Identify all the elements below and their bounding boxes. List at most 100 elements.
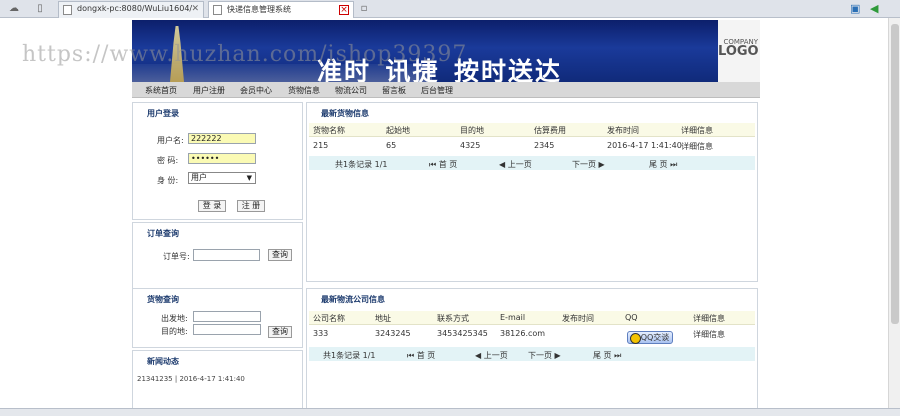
company-info-panel: 最新物流公司信息 公司名称 地址 联系方式 E-mail 发布时间 QQ 详细信… bbox=[306, 288, 758, 410]
goods-query-title: 货物查询 bbox=[147, 295, 179, 304]
time-cell: 2016-4-17 1:41:40 bbox=[607, 141, 682, 150]
browser-tab-1[interactable]: dongxk-pc:8080/WuLiu1604/ ✕ bbox=[58, 1, 204, 18]
page-icon[interactable]: ▯ bbox=[34, 3, 46, 15]
order-query-button[interactable]: 查询 bbox=[268, 249, 292, 261]
prev-page-link[interactable]: ◀ 上一页 bbox=[499, 159, 532, 170]
from-label: 出发地: bbox=[161, 314, 188, 323]
first-page-label: 首 页 bbox=[438, 160, 458, 169]
company-logo: COMPANY LOGO bbox=[718, 20, 760, 82]
company-info-title: 最新物流公司信息 bbox=[321, 295, 385, 304]
table-row: 215 65 4325 2345 2016-4-17 1:41:40 详细信息 bbox=[309, 139, 755, 152]
order-number-input[interactable] bbox=[193, 249, 260, 261]
col-email: E-mail bbox=[500, 313, 526, 322]
logo-text: LOGO bbox=[718, 44, 759, 59]
nav-register[interactable]: 用户注册 bbox=[193, 85, 225, 96]
chevron-down-icon: ▼ bbox=[246, 174, 252, 182]
pager-total: 共1条记录 1/1 bbox=[323, 351, 376, 360]
col-origin: 起始地 bbox=[386, 126, 410, 135]
role-value: 用户 bbox=[191, 173, 207, 182]
scrollbar-thumb[interactable] bbox=[891, 24, 899, 324]
role-label: 身 份: bbox=[157, 176, 179, 185]
col-contact: 联系方式 bbox=[437, 314, 469, 323]
company-table-header: 公司名称 地址 联系方式 E-mail 发布时间 QQ 详细信息 bbox=[309, 311, 755, 325]
nav-admin[interactable]: 后台管理 bbox=[421, 85, 453, 96]
login-button[interactable]: 登 录 bbox=[198, 200, 226, 212]
browser-tab-bar: ☁ ▯ dongxk-pc:8080/WuLiu1604/ ✕ 快递信息管理系统… bbox=[0, 0, 900, 18]
next-page-link[interactable]: 下一页 ▶ bbox=[528, 350, 561, 361]
document-icon bbox=[213, 5, 222, 15]
goods-info-title: 最新货物信息 bbox=[321, 109, 369, 118]
next-page-label: 下一页 bbox=[572, 160, 596, 169]
from-input[interactable] bbox=[193, 311, 261, 322]
goods-table-header: 货物名称 起始地 目的地 估算费用 发布时间 详细信息 bbox=[309, 123, 755, 137]
details-link[interactable]: 详细信息 bbox=[681, 141, 713, 152]
vertical-scrollbar[interactable] bbox=[888, 18, 900, 408]
goods-info-panel: 最新货物信息 货物名称 起始地 目的地 估算费用 发布时间 详细信息 215 6… bbox=[306, 102, 758, 282]
browser-tab-2[interactable]: 快递信息管理系统 × bbox=[208, 1, 354, 18]
nav-logistics-company[interactable]: 物流公司 bbox=[335, 85, 367, 96]
back-arrow-icon[interactable]: ◀ bbox=[870, 2, 878, 15]
destination-cell: 4325 bbox=[460, 141, 481, 150]
username-label: 用户名: bbox=[157, 136, 184, 145]
col-publish-time: 发布时间 bbox=[607, 126, 639, 135]
contact-cell: 3453425345 bbox=[437, 329, 488, 338]
password-input[interactable]: •••••• bbox=[188, 153, 256, 164]
nav-goods-info[interactable]: 货物信息 bbox=[288, 85, 320, 96]
username-input[interactable]: 222222 bbox=[188, 133, 256, 144]
first-page-label: 首 页 bbox=[416, 351, 436, 360]
col-details: 详细信息 bbox=[681, 126, 713, 135]
login-title: 用户登录 bbox=[147, 109, 179, 118]
company-name-cell: 333 bbox=[313, 329, 329, 338]
to-input[interactable] bbox=[193, 324, 261, 335]
col-company-name: 公司名称 bbox=[313, 314, 345, 323]
login-panel: 用户登录 用户名: 222222 密 码: •••••• 身 份: 用户 ▼ 登… bbox=[132, 102, 303, 220]
prev-page-label: 上一页 bbox=[507, 160, 532, 169]
col-qq: QQ bbox=[625, 313, 638, 322]
col-details: 详细信息 bbox=[693, 314, 725, 323]
first-page-link[interactable]: ⏮ 首 页 bbox=[407, 350, 435, 361]
col-publish-time: 发布时间 bbox=[562, 314, 594, 323]
col-goods-name: 货物名称 bbox=[313, 126, 345, 135]
close-icon[interactable]: ✕ bbox=[191, 4, 199, 14]
prev-page-label: 上一页 bbox=[483, 351, 508, 360]
close-icon[interactable]: × bbox=[339, 5, 349, 15]
news-item[interactable]: 21341235 | 2016-4-17 1:41:40 bbox=[137, 375, 245, 383]
tab-label: dongxk-pc:8080/WuLiu1604/ bbox=[77, 4, 193, 13]
first-page-link[interactable]: ⏮ 首 页 bbox=[429, 159, 457, 170]
news-panel: 新闻动态 21341235 | 2016-4-17 1:41:40 bbox=[132, 350, 303, 410]
last-page-label: 尾 页 bbox=[593, 351, 612, 360]
nav-home[interactable]: 系统首页 bbox=[145, 85, 177, 96]
watermark-text: https://www.huzhan.com/ishop39397 bbox=[22, 42, 468, 67]
password-label: 密 码: bbox=[157, 156, 179, 165]
company-pager: 共1条记录 1/1 ⏮ 首 页 ◀ 上一页 下一页 ▶ 尾 页 ⏭ bbox=[309, 347, 755, 361]
document-icon bbox=[63, 5, 72, 15]
last-page-link[interactable]: 尾 页 ⏭ bbox=[649, 159, 677, 170]
pager-total: 共1条记录 1/1 bbox=[335, 160, 388, 169]
compatibility-icon[interactable]: ▣ bbox=[850, 2, 860, 15]
qq-chat-button[interactable]: QQ交谈 bbox=[627, 331, 673, 344]
col-destination: 目的地 bbox=[460, 126, 484, 135]
register-button[interactable]: 注 册 bbox=[237, 200, 265, 212]
cloud-icon[interactable]: ☁ bbox=[8, 3, 20, 15]
next-page-label: 下一页 bbox=[528, 351, 552, 360]
main-nav: 系统首页 用户注册 会员中心 货物信息 物流公司 留言板 后台管理 bbox=[132, 82, 760, 98]
goods-name-cell: 215 bbox=[313, 141, 329, 150]
origin-cell: 65 bbox=[386, 141, 397, 150]
col-estimated-fee: 估算费用 bbox=[534, 126, 566, 135]
details-link[interactable]: 详细信息 bbox=[693, 329, 725, 340]
new-tab-button[interactable]: ▫ bbox=[358, 3, 370, 15]
last-page-label: 尾 页 bbox=[649, 160, 668, 169]
prev-page-link[interactable]: ◀ 上一页 bbox=[475, 350, 508, 361]
goods-query-button[interactable]: 查询 bbox=[268, 326, 292, 338]
tab-label: 快递信息管理系统 bbox=[227, 5, 291, 14]
fee-cell: 2345 bbox=[534, 141, 555, 150]
nav-message-board[interactable]: 留言板 bbox=[382, 85, 406, 96]
news-title: 新闻动态 bbox=[147, 357, 179, 366]
status-bar bbox=[0, 408, 900, 416]
goods-pager: 共1条记录 1/1 ⏮ 首 页 ◀ 上一页 下一页 ▶ 尾 页 ⏭ bbox=[309, 156, 755, 170]
next-page-link[interactable]: 下一页 ▶ bbox=[572, 159, 605, 170]
role-select[interactable]: 用户 ▼ bbox=[188, 172, 256, 184]
email-cell: 38126.com bbox=[500, 329, 546, 338]
last-page-link[interactable]: 尾 页 ⏭ bbox=[593, 350, 621, 361]
nav-member-center[interactable]: 会员中心 bbox=[240, 85, 272, 96]
